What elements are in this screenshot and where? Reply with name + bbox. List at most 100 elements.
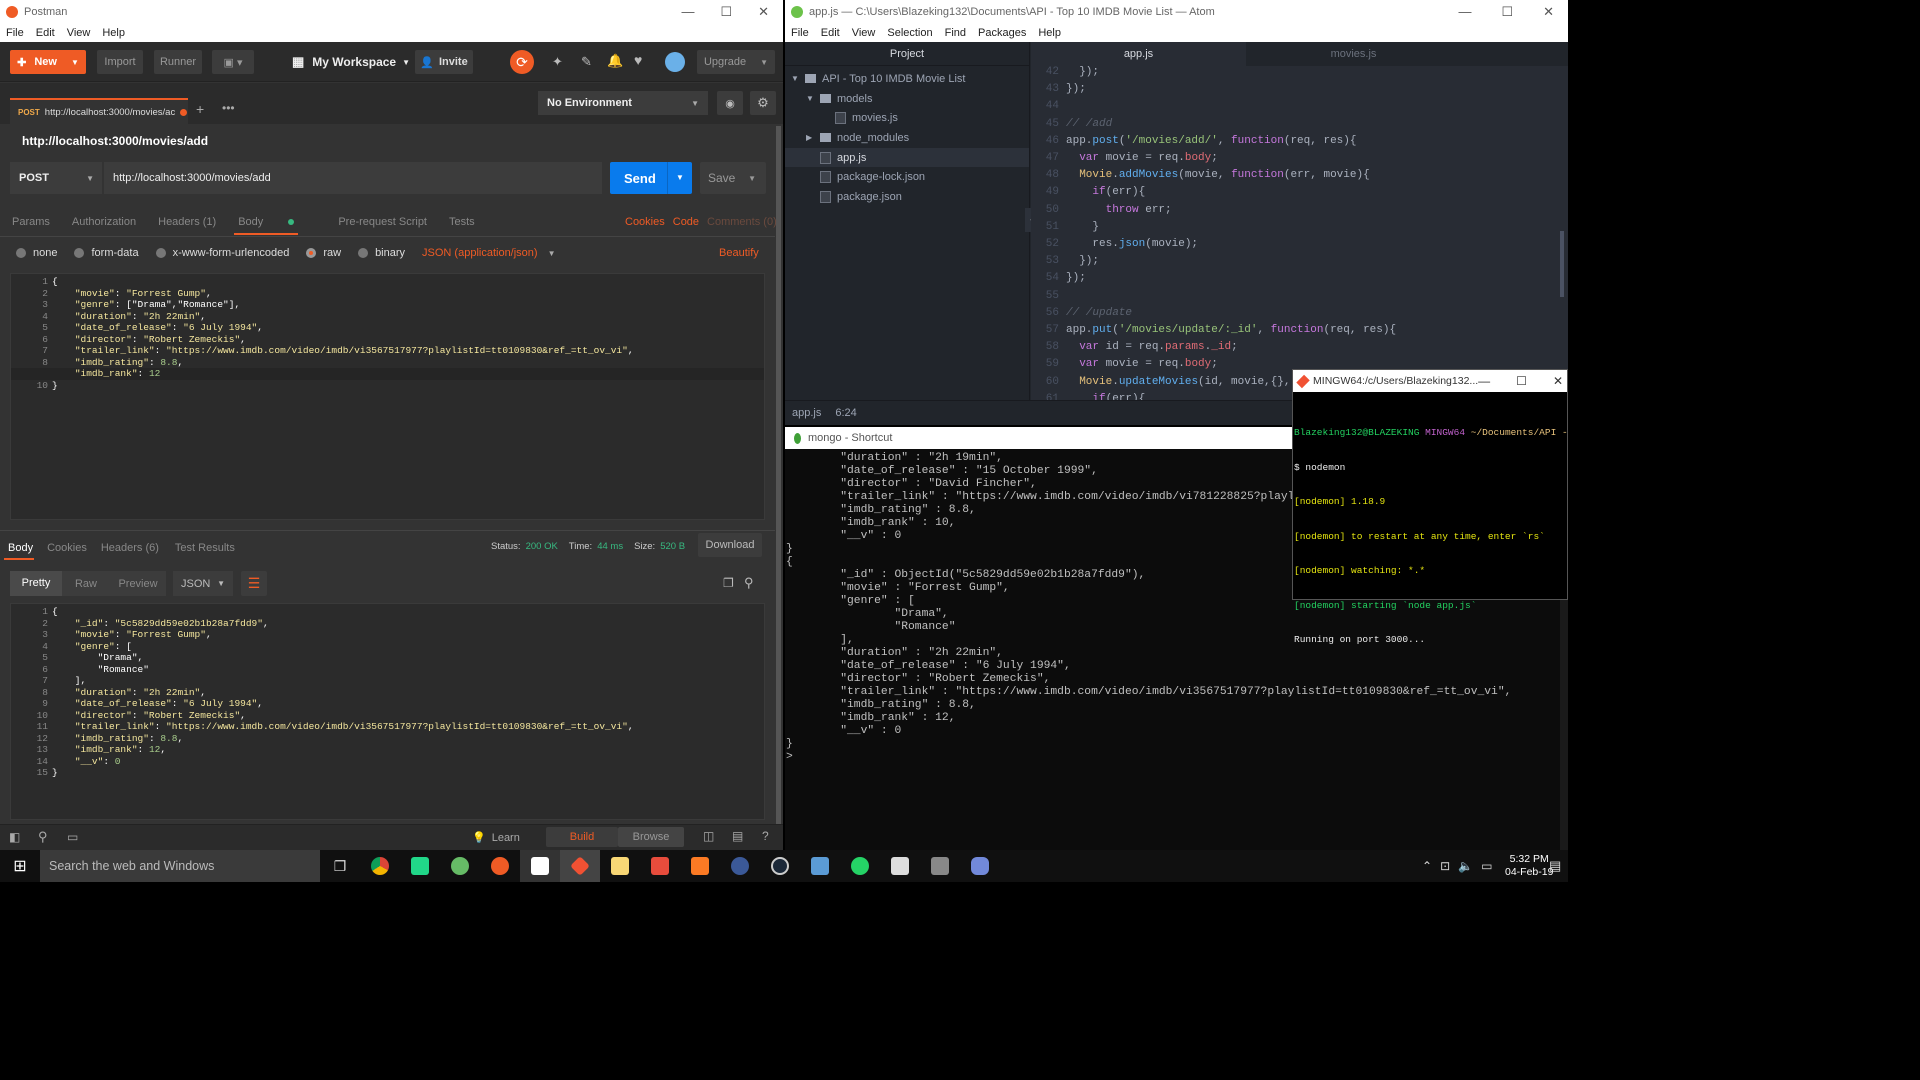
tree-item[interactable]: app.js <box>785 147 1029 168</box>
close-icon[interactable]: ✕ <box>1553 374 1563 388</box>
browse-button[interactable]: Browse <box>618 827 684 847</box>
discord-icon[interactable] <box>960 850 1000 882</box>
find-icon[interactable]: ⚲ <box>38 829 48 845</box>
console-icon[interactable]: ▭ <box>67 830 78 844</box>
git-app-icon[interactable] <box>560 850 600 882</box>
content-type-select[interactable]: JSON (application/json) ▼ <box>422 247 555 259</box>
virtualbox-icon[interactable] <box>800 850 840 882</box>
gear-icon[interactable]: ⚙ <box>750 91 776 115</box>
tree-item[interactable]: ▼ models <box>785 89 1029 109</box>
send-options-chevron-icon[interactable]: ▼ <box>667 162 692 194</box>
tab-pre-request-script[interactable]: Pre-request Script <box>338 216 427 228</box>
tab-params[interactable]: Params <box>12 216 50 228</box>
chrome-icon[interactable] <box>360 850 400 882</box>
menu-view[interactable]: View <box>846 27 882 39</box>
tree-item[interactable]: movies.js <box>785 108 1029 128</box>
menu-view[interactable]: View <box>61 27 97 39</box>
code-editor[interactable]: 42 43 44 45 46 47 48 49 50 51 52 53 54 5… <box>1031 66 1568 400</box>
menu-file[interactable]: File <box>785 27 815 39</box>
request-tab[interactable]: POST http://localhost:3000/movies/ac <box>10 98 188 124</box>
bell-icon[interactable]: 🔔 <box>607 53 623 69</box>
learn-link[interactable]: 💡 Learn <box>472 831 520 844</box>
clock[interactable]: 5:32 PM 04-Feb-19 <box>1505 853 1553 879</box>
maximize-icon[interactable]: ☐ <box>1516 374 1527 388</box>
radio-raw[interactable]: raw <box>306 247 341 259</box>
tab-tests[interactable]: Tests <box>449 216 475 228</box>
minimize-icon[interactable]: — <box>681 4 694 20</box>
beautify-link[interactable]: Beautify <box>719 247 759 259</box>
environment-select[interactable]: No Environment ▼ <box>538 91 708 115</box>
close-icon[interactable]: ✕ <box>758 4 769 20</box>
network-icon[interactable]: ⊡ <box>1440 859 1450 873</box>
radio-form-data[interactable]: form-data <box>74 247 139 259</box>
menu-edit[interactable]: Edit <box>815 27 846 39</box>
sync-icon[interactable]: ⟳ <box>510 50 534 74</box>
resp-tab-test-results[interactable]: Test Results <box>175 542 235 554</box>
upgrade-button[interactable]: Upgrade ▼ <box>697 50 775 74</box>
status-file[interactable]: app.js <box>792 407 821 419</box>
method-select[interactable]: POST ▼ <box>10 162 102 194</box>
pretty-button[interactable]: Pretty <box>10 571 62 596</box>
task-view-icon[interactable]: ❐ <box>320 850 360 882</box>
tab-authorization[interactable]: Authorization <box>72 216 136 228</box>
pycharm-icon[interactable] <box>400 850 440 882</box>
minimize-icon[interactable]: — <box>1458 4 1471 20</box>
wrap-lines-icon[interactable]: ☰ <box>241 571 267 596</box>
editor-scrollbar[interactable] <box>1560 231 1564 297</box>
steam-icon[interactable] <box>760 850 800 882</box>
cookies-link[interactable]: Cookies <box>625 216 665 228</box>
workspace-selector[interactable]: ▦ My Workspace ▼ <box>292 54 410 70</box>
help-icon[interactable]: ? <box>762 829 769 843</box>
resp-tab-cookies[interactable]: Cookies <box>47 542 87 554</box>
tab-headers[interactable]: Headers (1) <box>158 216 216 228</box>
mingw-output[interactable]: Blazeking132@BLAZEKING MINGW64 ~/Documen… <box>1293 392 1567 669</box>
preview-button[interactable]: Preview <box>110 578 166 590</box>
radio-none[interactable]: none <box>16 247 57 259</box>
tree-item[interactable]: ▶ node_modules <box>785 128 1029 148</box>
menu-edit[interactable]: Edit <box>30 27 61 39</box>
tree-item[interactable]: ▼ API - Top 10 IMDB Movie List <box>785 69 1029 89</box>
runner-button[interactable]: Runner <box>154 50 202 74</box>
code-link[interactable]: Code <box>673 216 699 228</box>
project-tab[interactable]: Project <box>785 42 1029 66</box>
taskbar-search-box[interactable]: Search the web and Windows <box>40 850 320 882</box>
avatar[interactable] <box>665 52 685 72</box>
close-icon[interactable]: ✕ <box>1543 4 1554 20</box>
more-tabs-icon[interactable]: ••• <box>222 101 235 115</box>
file-explorer-icon[interactable] <box>600 850 640 882</box>
menu-file[interactable]: File <box>0 27 30 39</box>
raw-button[interactable]: Raw <box>62 578 110 590</box>
tree-item[interactable]: package.json <box>785 187 1029 207</box>
atom-app-icon[interactable] <box>440 850 480 882</box>
menu-find[interactable]: Find <box>939 27 972 39</box>
minimize-icon[interactable]: — <box>1478 374 1490 388</box>
request-body-editor[interactable]: 1 2 3 4 5 6 7 8 9 10 { "movie": "Forrest… <box>10 273 765 520</box>
maximize-icon[interactable]: ☐ <box>1501 4 1513 20</box>
two-pane-icon[interactable]: ◫ <box>703 829 714 843</box>
resp-tab-headers[interactable]: Headers (6) <box>101 542 159 554</box>
chevron-up-icon[interactable]: ⌃ <box>1422 859 1432 873</box>
tab-body[interactable]: Body <box>234 216 316 235</box>
wrench-icon[interactable]: ✎ <box>581 54 592 70</box>
copy-icon[interactable]: ❐ <box>723 576 734 590</box>
unity-icon[interactable] <box>880 850 920 882</box>
eye-icon[interactable]: ◉ <box>717 91 743 115</box>
url-input[interactable]: http://localhost:3000/movies/add <box>104 162 602 194</box>
sidebar-toggle-icon[interactable]: ◧ <box>9 830 20 844</box>
menu-help[interactable]: Help <box>96 27 131 39</box>
mongo-app-icon[interactable] <box>520 850 560 882</box>
comments-link[interactable]: Comments (0) <box>707 216 777 228</box>
windows-start-icon[interactable]: ⊞ <box>0 850 40 882</box>
scrollbar[interactable] <box>776 126 781 846</box>
tab-app-js[interactable]: app.js <box>1031 42 1246 66</box>
vpn-icon[interactable] <box>720 850 760 882</box>
satellite-icon[interactable]: ✦ <box>552 54 563 70</box>
maximize-icon[interactable]: ☐ <box>720 4 732 20</box>
send-button[interactable]: Send ▼ <box>610 162 692 194</box>
postman-app-icon[interactable] <box>480 850 520 882</box>
format-select[interactable]: JSON ▼ <box>173 571 233 596</box>
import-button[interactable]: Import <box>97 50 143 74</box>
tab-movies-js[interactable]: movies.js <box>1246 42 1461 66</box>
new-button[interactable]: ✚ New ▼ <box>10 50 86 74</box>
save-button[interactable]: Save ▼ <box>700 162 766 194</box>
